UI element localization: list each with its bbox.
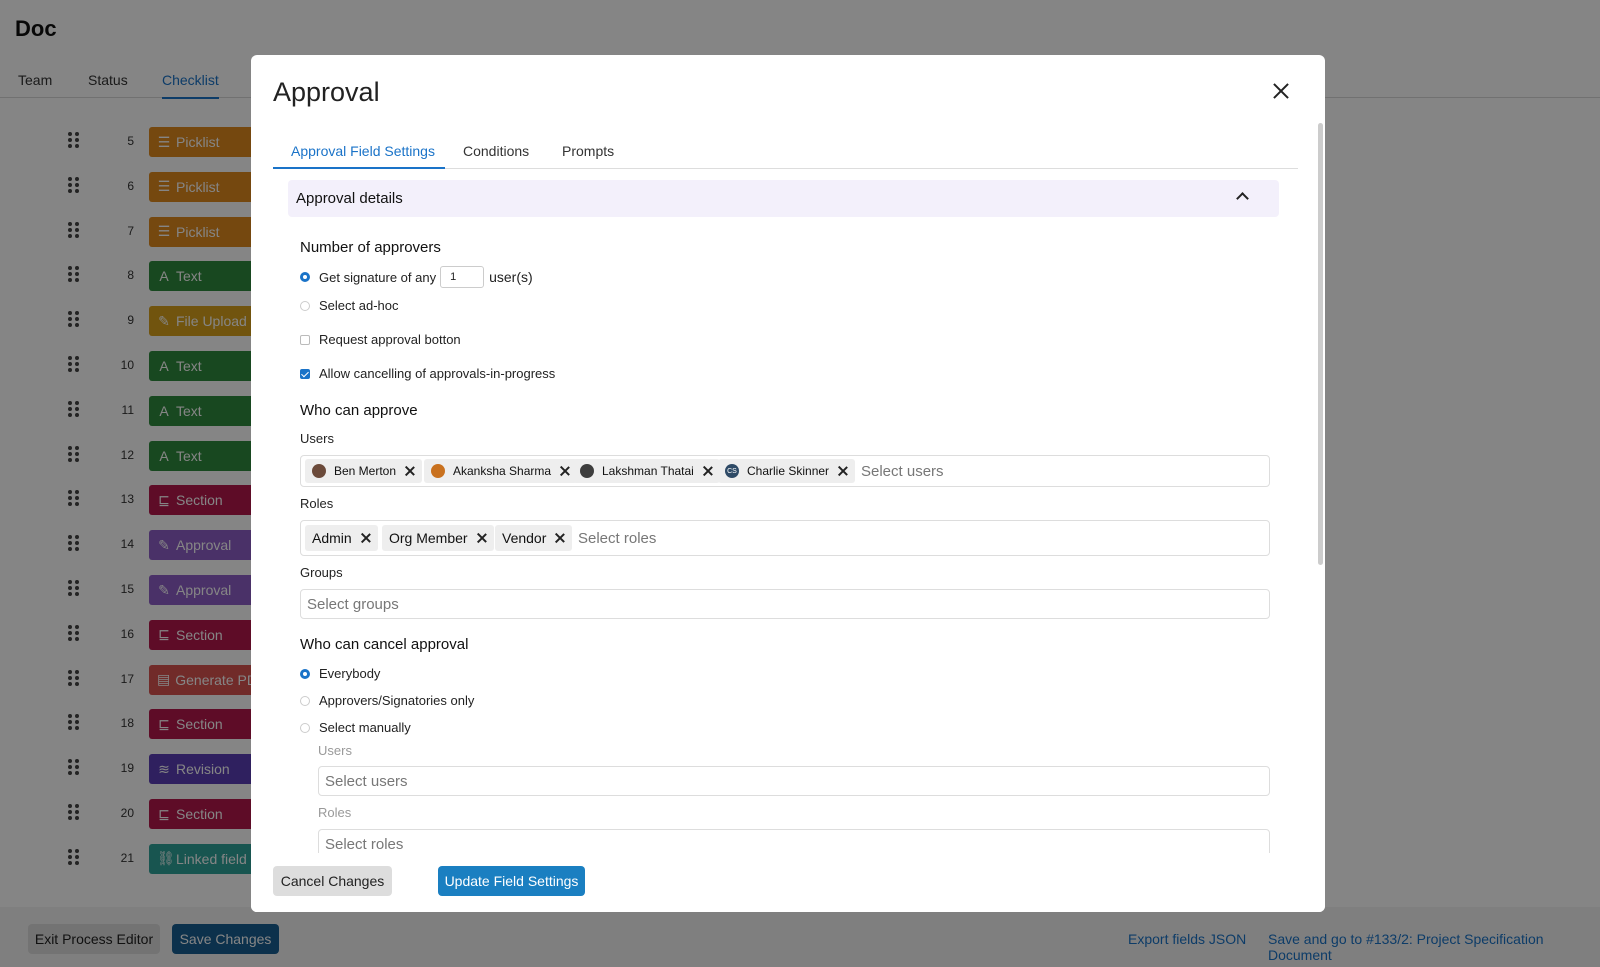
option-label: Request approval botton (319, 332, 461, 347)
option-suffix: user(s) (489, 269, 533, 285)
user-tag-label: Akanksha Sharma (453, 464, 552, 478)
close-icon[interactable] (1271, 81, 1291, 101)
cancel-changes-button[interactable]: Cancel Changes (273, 866, 392, 896)
avatar: CS (725, 464, 739, 478)
option-label: Approvers/Signatories only (319, 693, 475, 708)
approver-count-input[interactable]: 1 (440, 266, 485, 288)
role-tag: Vendor (495, 525, 573, 551)
avatar (580, 464, 594, 478)
accordion-approval-details[interactable]: Approval details (288, 180, 1279, 217)
users-placeholder: Select users (861, 463, 944, 480)
modal-tab-bar: Approval Field Settings Conditions Promp… (273, 133, 1298, 169)
user-tag-label: Charlie Skinner (747, 464, 830, 478)
option-signature-any[interactable]: Get signature of any 1 user(s) (300, 266, 533, 288)
avatar (431, 464, 445, 478)
approval-modal: Approval Approval Field Settings Conditi… (251, 55, 1325, 912)
role-tag: Admin (305, 525, 378, 551)
users-label: Users (300, 431, 334, 446)
option-select-adhoc[interactable]: Select ad-hoc (300, 298, 399, 313)
number-of-approvers-heading: Number of approvers (300, 239, 441, 256)
remove-icon[interactable] (477, 533, 487, 543)
who-can-approve-heading: Who can approve (300, 402, 418, 419)
user-tag: Akanksha Sharma (424, 459, 578, 483)
remove-icon[interactable] (405, 466, 415, 476)
radio-icon[interactable] (300, 300, 310, 311)
active-tab-indicator (273, 167, 445, 169)
approver-groups-select[interactable]: Select groups (300, 589, 1270, 619)
approver-users-select[interactable]: Ben Merton Akanksha Sharma Lakshman That… (300, 455, 1270, 487)
tab-approval-field-settings[interactable]: Approval Field Settings (291, 143, 435, 159)
role-tag-label: Org Member (389, 530, 468, 546)
groups-label: Groups (300, 565, 343, 580)
user-tag: Ben Merton (305, 459, 423, 483)
role-tag-label: Vendor (502, 530, 547, 546)
who-can-cancel-heading: Who can cancel approval (300, 636, 469, 653)
role-tag: Org Member (382, 525, 494, 551)
option-approvers-only[interactable]: Approvers/Signatories only (300, 693, 474, 708)
radio-selected-icon[interactable] (300, 668, 310, 679)
cancel-roles-label: Roles (318, 805, 352, 820)
tab-prompts[interactable]: Prompts (562, 143, 614, 159)
cancel-users-select[interactable]: Select users (318, 766, 1270, 796)
checkbox-icon[interactable] (300, 334, 310, 345)
user-tag: CS Charlie Skinner (718, 459, 856, 483)
option-allow-cancelling[interactable]: Allow cancelling of approvals-in-progres… (300, 366, 555, 381)
cancel-users-label: Users (318, 743, 352, 758)
remove-icon[interactable] (560, 466, 570, 476)
users-placeholder: Select users (325, 773, 408, 790)
option-label: Allow cancelling of approvals-in-progres… (319, 366, 556, 381)
user-tag: Lakshman Thatai (573, 459, 720, 483)
roles-placeholder: Select roles (578, 530, 657, 547)
radio-icon[interactable] (300, 695, 310, 706)
avatar (312, 464, 326, 478)
groups-placeholder: Select groups (307, 596, 399, 613)
radio-icon[interactable] (300, 722, 310, 733)
option-select-manually[interactable]: Select manually (300, 720, 411, 735)
update-field-settings-button[interactable]: Update Field Settings (438, 866, 585, 896)
role-tag-label: Admin (312, 530, 352, 546)
option-label: Everybody (319, 666, 381, 681)
option-everybody[interactable]: Everybody (300, 666, 380, 681)
option-label: Select ad-hoc (319, 298, 399, 313)
roles-label: Roles (300, 496, 334, 511)
radio-selected-icon[interactable] (300, 272, 310, 282)
checkbox-checked-icon[interactable] (300, 368, 310, 379)
modal-footer: Cancel Changes Update Field Settings (251, 853, 1325, 912)
tab-conditions[interactable]: Conditions (463, 143, 529, 159)
accordion-title: Approval details (296, 190, 403, 207)
remove-icon[interactable] (838, 466, 848, 476)
remove-icon[interactable] (703, 466, 713, 476)
option-request-approval-button[interactable]: Request approval botton (300, 332, 461, 347)
chevron-up-icon[interactable] (1236, 192, 1249, 205)
modal-title: Approval (273, 77, 380, 107)
option-label: Select manually (319, 720, 411, 735)
remove-icon[interactable] (555, 533, 565, 543)
remove-icon[interactable] (361, 533, 371, 543)
modal-scrollbar[interactable] (1318, 123, 1323, 565)
roles-placeholder: Select roles (325, 836, 404, 853)
approver-roles-select[interactable]: Admin Org Member Vendor Select roles (300, 520, 1270, 556)
option-label: Get signature of any (319, 269, 437, 285)
user-tag-label: Lakshman Thatai (602, 464, 694, 478)
user-tag-label: Ben Merton (334, 464, 397, 478)
